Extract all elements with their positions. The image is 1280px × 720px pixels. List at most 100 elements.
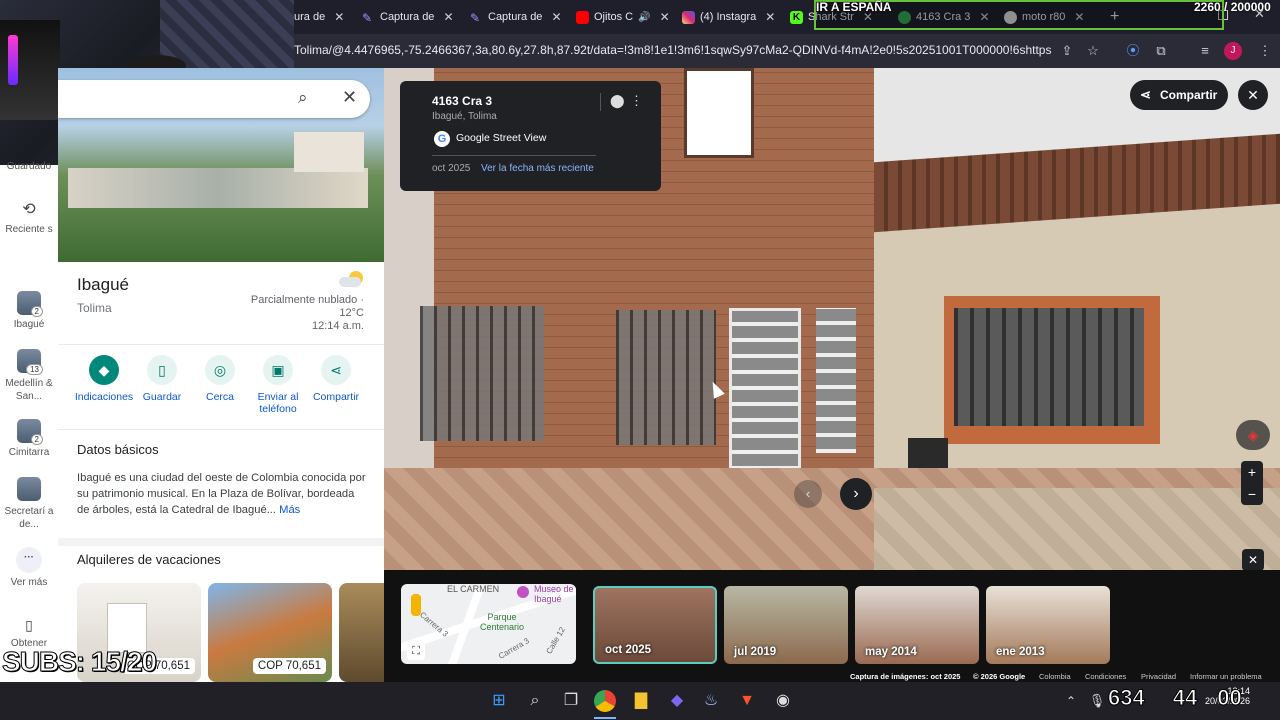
local-time: 12:14 a.m. — [312, 320, 364, 332]
instagram-icon — [682, 10, 695, 24]
share-streetview-button[interactable]: ⋖ Compartir — [1130, 80, 1228, 110]
close-streetview-button[interactable]: ✕ — [1238, 80, 1268, 110]
rental-card[interactable] — [339, 583, 384, 682]
start-icon[interactable]: ⊞ — [488, 690, 510, 712]
history-thumb-may-2014[interactable]: may 2014 — [855, 586, 979, 664]
nav-get-app[interactable]: ▯ Obtener — [0, 617, 58, 649]
place-thumbnail — [17, 477, 41, 501]
search-icon[interactable]: ⌕ — [524, 690, 546, 712]
latest-date-link[interactable]: Ver la fecha más reciente — [481, 163, 594, 174]
search-box[interactable]: ⌕ ✕ — [58, 80, 370, 118]
browser-tab[interactable]: Ojitos C 🔊 ✕ — [576, 5, 676, 29]
brave-icon[interactable]: ▼ — [736, 690, 758, 712]
url-field[interactable]: Tolima/@4.4476965,-75.2466367,3a,80.6y,2… — [294, 43, 1052, 57]
directions-button[interactable]: ◆ Indicaciones — [72, 355, 136, 403]
place-thumbnail: 2 — [17, 291, 43, 317]
zoom-in-button[interactable]: + — [1241, 461, 1263, 483]
section-title-basics: Datos básicos — [77, 442, 159, 457]
close-tab-icon[interactable]: ✕ — [551, 10, 561, 24]
expand-icon[interactable]: ⛶ — [407, 642, 425, 660]
terms-link[interactable]: Condiciones — [1085, 672, 1126, 681]
task-view-icon[interactable]: ❐ — [560, 690, 582, 712]
rental-price: COP 70,651 — [252, 658, 326, 674]
extensions-icon[interactable]: ⧉ — [1152, 42, 1170, 60]
more-options-icon[interactable]: ⋮ — [630, 93, 643, 109]
steam-icon[interactable]: ♨ — [700, 690, 722, 712]
close-tab-icon[interactable]: ✕ — [660, 10, 670, 24]
sv-provider: Google Street View — [456, 132, 547, 144]
search-icon[interactable]: ⌕ — [298, 88, 308, 108]
nearby-button[interactable]: ◎ Cerca — [188, 355, 252, 403]
close-icon[interactable]: ✕ — [342, 87, 357, 108]
share-icon: ⋖ — [1140, 87, 1151, 102]
mic-icon[interactable]: 🎙 — [1086, 690, 1108, 712]
sv-locality: Ibagué, Tolima — [432, 111, 497, 122]
save-button[interactable]: ▯ Guardar — [130, 355, 194, 403]
place-thumbnail: 13 — [17, 349, 43, 375]
phone-icon: ▯ — [25, 617, 33, 633]
star-icon[interactable]: ☆ — [1084, 42, 1102, 60]
obs-icon[interactable]: ◉ — [772, 690, 794, 712]
nav-medellin[interactable]: 13 Medellín & San... — [0, 349, 58, 403]
mini-map[interactable]: EL CARMEN Museo de Ibagué Parque Centena… — [401, 584, 576, 664]
pegman-icon[interactable] — [411, 594, 421, 616]
address-bar: Tolima/@4.4476965,-75.2466367,3a,80.6y,2… — [294, 34, 1280, 68]
profile-avatar[interactable]: J — [1224, 42, 1242, 60]
rental-card[interactable]: COP 70,651 — [208, 583, 332, 682]
chrome-icon[interactable] — [594, 690, 616, 712]
nav-cimitarra[interactable]: 2 Cimitarra — [0, 419, 58, 458]
nav-more[interactable]: ··· Ver más — [0, 547, 58, 588]
place-description: Ibagué es una ciudad del oeste de Colomb… — [77, 472, 366, 516]
nav-saved[interactable]: Guardado — [0, 161, 58, 171]
location-pin-icon[interactable]: ⬤ — [610, 93, 625, 109]
audio-icon[interactable]: ⦿ — [1124, 42, 1142, 60]
place-thumbnail: 2 — [17, 419, 43, 445]
browser-tab[interactable]: ✎ Captura de ✕ — [470, 5, 570, 29]
goal-count: 2260 / 200000 — [1194, 0, 1271, 14]
subs-counter: SUBS: 15/20 — [2, 646, 158, 678]
browser-tab[interactable]: ura de ✕ — [294, 5, 356, 29]
country-link[interactable]: Colombia — [1039, 672, 1071, 681]
media-icon[interactable]: ≡ — [1196, 42, 1214, 60]
privacy-link[interactable]: Privacidad — [1141, 672, 1176, 681]
directions-icon: ◆ — [89, 355, 119, 385]
history-thumb-jul-2019[interactable]: jul 2019 — [724, 586, 848, 664]
history-thumb-oct-2025[interactable]: oct 2025 — [593, 586, 717, 664]
zoom-out-button[interactable]: − — [1241, 483, 1263, 505]
browser-tab-bar: ura de ✕ ✎ Captura de ✕ ✎ Captura de ✕ Ojitos… — [294, 0, 1280, 34]
nav-recents[interactable]: ⟲ Reciente s — [0, 199, 58, 236]
tray-chevron-icon[interactable]: ⌃ — [1060, 690, 1082, 712]
close-tab-icon[interactable]: ✕ — [765, 10, 775, 24]
app-icon[interactable]: ◆ — [666, 690, 688, 712]
goal-title: IR A ESPAÑA — [816, 0, 892, 14]
report-link[interactable]: Informar un problema — [1190, 672, 1262, 681]
place-region: Tolima — [77, 301, 112, 315]
weather-text: Parcialmente nublado · 12°C — [250, 294, 364, 319]
kick-icon: K — [790, 10, 803, 24]
menu-icon[interactable]: ⋮ — [1256, 42, 1274, 60]
close-timeline-button[interactable]: ✕ — [1242, 549, 1264, 571]
nav-secretaria[interactable]: Secretarí a de... — [0, 477, 58, 531]
file-explorer-icon[interactable]: ▇ — [630, 690, 652, 712]
share-button[interactable]: ⋖ Compartir — [304, 355, 368, 403]
previous-arrow-button[interactable]: ‹ — [794, 480, 822, 508]
history-thumb-ene-2013[interactable]: ene 2013 — [986, 586, 1110, 664]
install-icon[interactable]: ⇪ — [1058, 42, 1076, 60]
maps-left-rail: Guardado ⟲ Reciente s 2 Ibagué 13 Medell… — [0, 161, 58, 682]
sv-address: 4163 Cra 3 — [432, 94, 493, 108]
compass-icon[interactable]: ◈ — [1236, 420, 1270, 450]
browser-tab[interactable]: (4) Instagra ✕ — [682, 5, 782, 29]
close-tab-icon[interactable]: ✕ — [443, 10, 453, 24]
send-to-phone-button[interactable]: ▣ Enviar al teléfono — [246, 355, 310, 415]
browser-tab[interactable]: ✎ Captura de ✕ — [362, 5, 462, 29]
next-arrow-button[interactable]: › — [840, 478, 872, 510]
more-link[interactable]: Más — [279, 504, 300, 516]
close-tab-icon[interactable]: ✕ — [334, 10, 344, 24]
more-icon: ··· — [16, 547, 42, 573]
google-logo-icon: G — [434, 131, 450, 147]
youtube-icon — [576, 10, 589, 24]
sv-date: oct 2025 — [432, 163, 471, 174]
copyright: © 2026 Google — [973, 672, 1026, 681]
timeline-bar: EL CARMEN Museo de Ibagué Parque Centena… — [384, 570, 1280, 682]
nav-ibague[interactable]: 2 Ibagué — [0, 291, 58, 330]
